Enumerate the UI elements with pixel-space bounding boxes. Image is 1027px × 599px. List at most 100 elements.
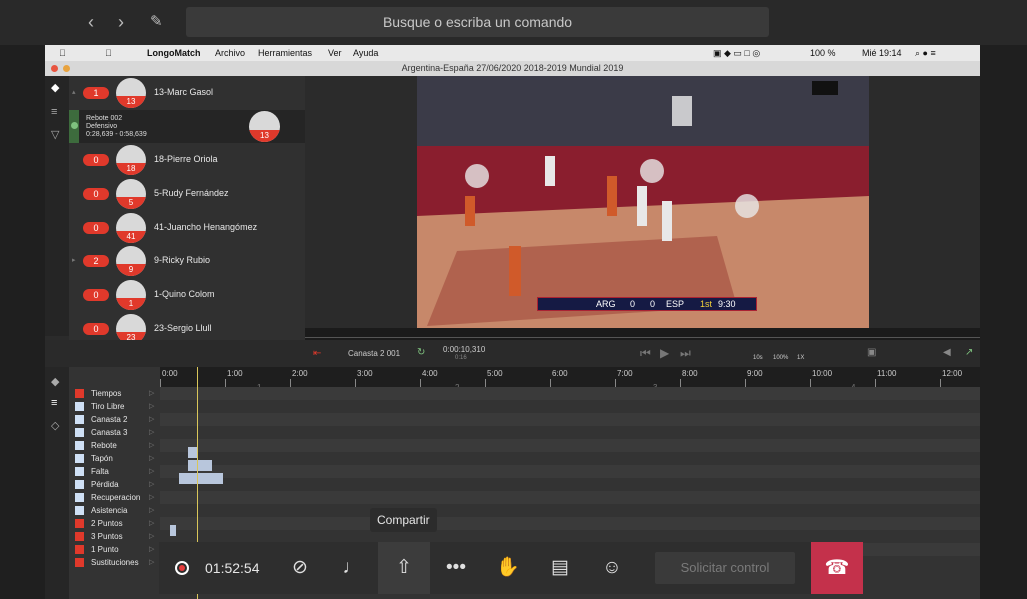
timeline-lane[interactable] xyxy=(160,439,980,452)
chevron-left-icon[interactable]: ‹ xyxy=(88,12,94,32)
play-icon[interactable]: ▷ xyxy=(149,467,154,475)
player-row[interactable]: 0 1 1-Quino Colom xyxy=(69,278,305,312)
category-row[interactable]: Falta ▷ xyxy=(69,465,160,478)
close-dot[interactable] xyxy=(51,65,58,72)
category-row[interactable]: Tapón ▷ xyxy=(69,452,160,465)
chat-icon[interactable]: ▤ xyxy=(535,542,585,594)
time-tick-label: 5:00 xyxy=(487,369,503,378)
menu-ayuda[interactable]: Ayuda xyxy=(353,48,378,58)
timeline-lane[interactable] xyxy=(160,387,980,400)
player-row[interactable]: ▸ 2 9 9-Ricky Rubio xyxy=(69,244,305,278)
time-tick-label: 4:00 xyxy=(422,369,438,378)
participants-icon[interactable]: ☺ xyxy=(587,542,637,594)
category-row[interactable]: 1 Punto ▷ xyxy=(69,543,160,556)
loop-icon[interactable]: ↻ xyxy=(417,347,425,358)
more-icon[interactable]: ••• xyxy=(431,542,481,594)
play-icon[interactable]: ▷ xyxy=(149,493,154,501)
category-row[interactable]: Asistencia ▷ xyxy=(69,504,160,517)
compose-icon[interactable]: ✎ xyxy=(150,12,163,32)
play-icon[interactable]: ▷ xyxy=(149,480,154,488)
event-row[interactable]: Rebote 002 Defensivo 0:28,639 - 0:58,639… xyxy=(69,110,305,143)
play-icon[interactable]: ▷ xyxy=(149,389,154,397)
menu-archivo[interactable]: Archivo xyxy=(215,48,245,58)
list-icon[interactable]: ≡ xyxy=(51,106,63,118)
play-icon[interactable]: ▷ xyxy=(149,441,154,449)
category-row[interactable]: 3 Puntos ▷ xyxy=(69,530,160,543)
raise-hand-icon[interactable]: ✋ xyxy=(483,542,533,594)
spotlight-icon[interactable]: ⌕ ● ≡ xyxy=(915,48,936,59)
request-control-button[interactable]: Solicitar control xyxy=(655,552,795,584)
menu-herramientas[interactable]: Herramientas xyxy=(258,48,312,58)
timeline-event[interactable] xyxy=(170,525,176,536)
chevron-right-icon[interactable]: › xyxy=(118,12,124,32)
category-row[interactable]: Pérdida ▷ xyxy=(69,478,160,491)
draw-icon[interactable]: ▣ xyxy=(867,347,876,358)
menu-ver[interactable]: Ver xyxy=(328,48,342,58)
category-row[interactable]: Canasta 3 ▷ xyxy=(69,426,160,439)
category-row[interactable]: Tiro Libre ▷ xyxy=(69,400,160,413)
prev-icon[interactable]: ⏮ xyxy=(640,346,651,361)
timeline-event[interactable] xyxy=(179,473,223,484)
command-search-input[interactable]: Busque o escriba un comando xyxy=(186,7,769,37)
player-row[interactable]: 0 23 23-Sergio Llull xyxy=(69,312,305,340)
timeline-lane[interactable] xyxy=(160,491,980,504)
tag-icon[interactable]: ◆ xyxy=(51,375,59,388)
player-row[interactable]: 0 5 5-Rudy Fernández xyxy=(69,177,305,211)
play-icon[interactable]: ▷ xyxy=(149,532,154,540)
exit-icon[interactable]: ⇤ xyxy=(313,348,321,359)
collapse-icon[interactable]: ▴ xyxy=(72,88,76,96)
player-row[interactable]: 0 41 41-Juancho Henangómez xyxy=(69,211,305,245)
playback-controls: ⇤ Canasta 2 001 ↻ 0:00:10,310 0:16 ⏮ ▶ ⏭… xyxy=(45,340,980,367)
category-row[interactable]: Rebote ▷ xyxy=(69,439,160,452)
play-icon[interactable]: ▷ xyxy=(149,545,154,553)
play-icon[interactable]: ▷ xyxy=(149,558,154,566)
category-row[interactable]: Recuperacion ▷ xyxy=(69,491,160,504)
timeline-lane[interactable] xyxy=(160,517,980,530)
timeline-event[interactable] xyxy=(188,447,197,458)
apple-icon[interactable]:  xyxy=(59,48,66,58)
timeline-lane[interactable] xyxy=(160,452,980,465)
camera-off-icon[interactable]: ⊘ xyxy=(275,542,325,594)
play-icon[interactable]: ▷ xyxy=(149,402,154,410)
progress-ruler[interactable] xyxy=(305,328,980,340)
microphone-icon[interactable]: ♩ xyxy=(327,542,377,594)
filter-icon[interactable]: ▽ xyxy=(51,129,63,141)
play-icon[interactable]: ▷ xyxy=(149,415,154,423)
timeline-lane[interactable] xyxy=(160,426,980,439)
share-screen-icon[interactable]: ⇧ xyxy=(378,542,430,594)
category-row[interactable]: Canasta 2 ▷ xyxy=(69,413,160,426)
play-icon[interactable]: ▷ xyxy=(149,454,154,462)
timeline-lane[interactable] xyxy=(160,478,980,491)
play-icon[interactable]: ▶ xyxy=(660,346,669,360)
menu-app-name[interactable]: LongoMatch xyxy=(147,48,201,58)
timeline-lane[interactable] xyxy=(160,413,980,426)
detach-icon[interactable]: ↗ xyxy=(965,347,973,358)
tag-icon[interactable]: ◆ xyxy=(51,82,63,94)
minimize-dot[interactable] xyxy=(63,65,70,72)
video-player[interactable]: ARG 0 0 ESP 1st 9:30 xyxy=(417,76,869,328)
play-icon[interactable]: ▷ xyxy=(149,428,154,436)
hang-up-button[interactable]: ☎ xyxy=(811,542,863,594)
record-icon xyxy=(175,561,189,575)
sliders-icon[interactable]: ≡ xyxy=(51,397,57,409)
time-ruler[interactable]: 0:00 1:00 2:00 3:00 4:00 5:00 6:00 7:00 8:00 9:00… xyxy=(160,367,980,392)
tag-icon[interactable]: ◇ xyxy=(51,419,59,432)
timeline-lane[interactable] xyxy=(160,465,980,478)
next-icon[interactable]: ⏭ xyxy=(680,346,691,361)
expand-icon[interactable]: ▸ xyxy=(72,256,76,264)
time-tick-label: 8:00 xyxy=(682,369,698,378)
timeline-event[interactable] xyxy=(188,460,212,471)
play-icon[interactable]: ▷ xyxy=(149,519,154,527)
player-name: 5-Rudy Fernández xyxy=(154,188,229,198)
volume-icon[interactable]: ◀ xyxy=(943,347,951,358)
play-icon[interactable]: ▷ xyxy=(149,506,154,514)
category-row[interactable]: Tiempos ▷ xyxy=(69,387,160,400)
player-row[interactable]: ▴ 1 13 13-Marc Gasol xyxy=(69,76,305,110)
apple-icon[interactable]:  xyxy=(105,48,112,58)
timeline-lane[interactable] xyxy=(160,400,980,413)
player-row[interactable]: 0 18 18-Pierre Oriola xyxy=(69,143,305,177)
player-name: 23-Sergio Llull xyxy=(154,323,212,333)
category-row[interactable]: 2 Puntos ▷ xyxy=(69,517,160,530)
category-row[interactable]: Sustituciones ▷ xyxy=(69,556,160,569)
timeline-lane[interactable] xyxy=(160,504,980,517)
